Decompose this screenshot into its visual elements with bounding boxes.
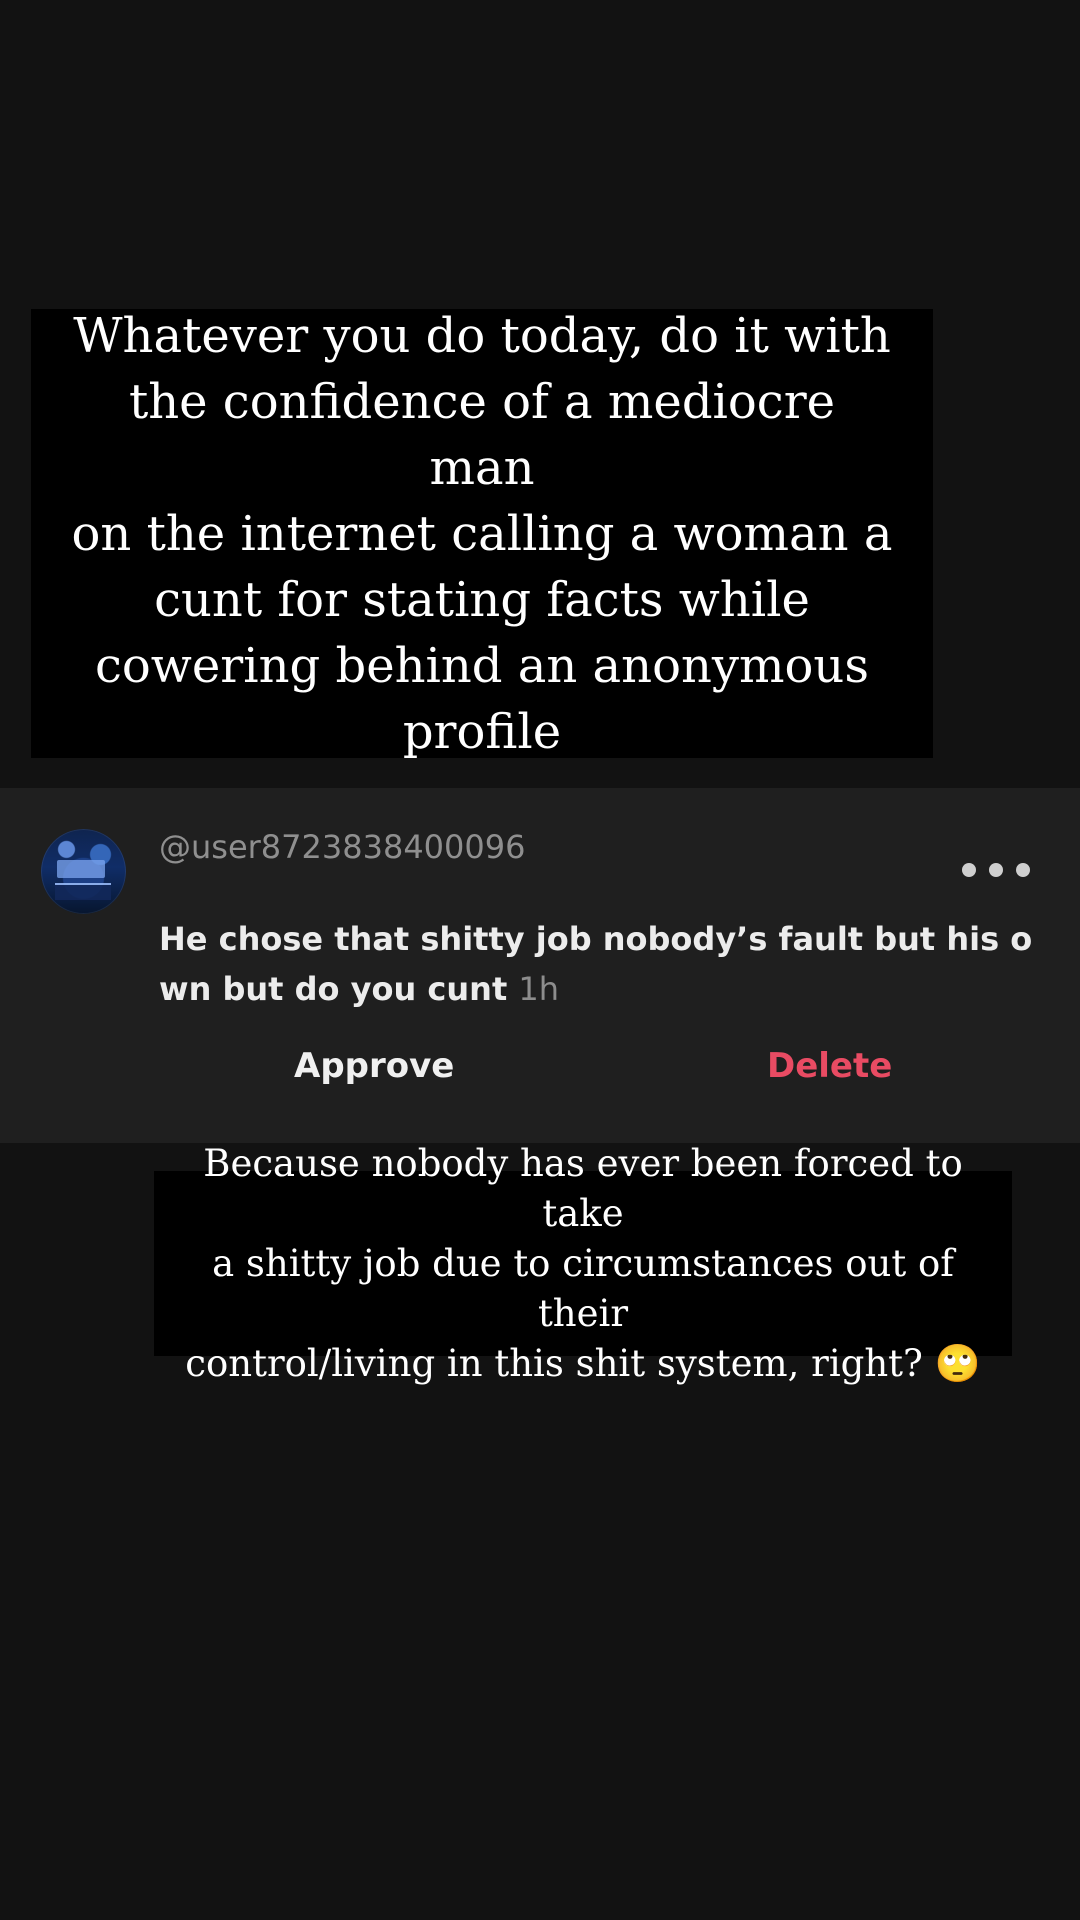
more-dot-3 [1016, 863, 1030, 877]
comment-card: @user8723838400096 He chose that shitty … [0, 788, 1080, 1143]
comment-time: 1h [518, 970, 560, 1008]
comment-body: He chose that shitty job nobody’s fault … [159, 920, 1033, 1008]
quote-text: Whatever you do today, do it with the co… [71, 307, 893, 760]
more-dot-1 [962, 863, 976, 877]
delete-button[interactable]: Delete [767, 1041, 892, 1091]
reply-text: Because nobody has ever been forced to t… [185, 1141, 981, 1385]
reply-overlay: Because nobody has ever been forced to t… [154, 1142, 1012, 1385]
username[interactable]: @user8723838400096 [159, 828, 525, 866]
more-icon[interactable] [962, 860, 1030, 880]
avatar[interactable] [41, 829, 126, 914]
approve-button[interactable]: Approve [294, 1041, 454, 1091]
more-dot-2 [989, 863, 1003, 877]
quote-overlay: Whatever you do today, do it with the co… [31, 308, 933, 760]
comment-text: He chose that shitty job nobody’s fault … [159, 914, 1034, 1014]
